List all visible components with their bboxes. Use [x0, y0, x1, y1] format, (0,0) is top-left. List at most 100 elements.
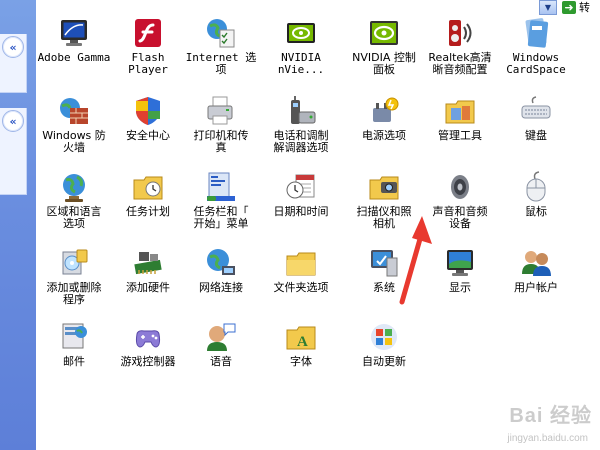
item-label: Adobe Gamma [37, 51, 111, 64]
user-accounts-icon [522, 251, 551, 276]
item-phone-modem[interactable]: 电话和调制 解调器选项 [261, 94, 341, 154]
item-taskbar-start-menu[interactable]: 任务栏和「 开始」菜单 [181, 170, 261, 230]
keyboard-icon [521, 96, 551, 119]
item-nvidia-control-panel[interactable]: NVIDIA 控制 面板 [344, 16, 424, 76]
add-hardware-icon [134, 252, 162, 275]
item-network-connections[interactable]: 网络连接 [181, 246, 261, 294]
item-flash-player[interactable]: Flash Player [108, 16, 188, 76]
item-label: 安全中心 [126, 129, 170, 142]
internet-options-icon [207, 19, 235, 48]
power-options-icon [373, 97, 399, 122]
cardspace-icon [525, 18, 549, 48]
item-label: Internet 选 项 [185, 51, 257, 76]
item-label: 用户帐户 [514, 281, 558, 294]
item-regional-language[interactable]: 区域和语言 选项 [34, 170, 114, 230]
item-label: Windows 防 火墙 [42, 129, 106, 154]
item-user-accounts[interactable]: 用户帐户 [496, 246, 576, 294]
taskbar-icon [207, 172, 235, 201]
item-label: 显示 [449, 281, 471, 294]
item-label: 添加硬件 [126, 281, 170, 294]
date-time-icon [286, 174, 315, 199]
item-label: Windows CardSpace [506, 51, 566, 76]
phone-modem-icon [291, 96, 316, 124]
game-controller-icon [135, 330, 161, 348]
printer-icon [207, 96, 233, 125]
item-label: 键盘 [525, 129, 547, 142]
folder-options-icon [286, 252, 316, 276]
item-label: 任务计划 [126, 205, 170, 218]
item-label: 声音和音频 设备 [432, 205, 488, 230]
item-label: 自动更新 [362, 355, 406, 368]
item-add-hardware[interactable]: 添加硬件 [108, 246, 188, 294]
item-adobe-gamma[interactable]: Adobe Gamma [34, 16, 114, 64]
item-power-options[interactable]: 电源选项 [344, 94, 424, 142]
item-windows-cardspace[interactable]: Windows CardSpace [496, 16, 576, 76]
annotation-arrow-icon [399, 216, 432, 305]
mouse-icon [526, 171, 546, 202]
nvidia-panel-icon [370, 21, 398, 45]
item-admin-tools[interactable]: 管理工具 [420, 94, 500, 142]
item-label: 区域和语言 选项 [46, 205, 102, 230]
admin-tools-icon [445, 100, 475, 124]
item-windows-firewall[interactable]: Windows 防 火墙 [34, 94, 114, 154]
item-label: 打印机和传 真 [193, 129, 249, 154]
fonts-folder-icon: A [286, 326, 316, 350]
item-label: 添加或删除 程序 [46, 281, 102, 306]
item-label: 鼠标 [525, 205, 547, 218]
item-label: 邮件 [63, 355, 85, 368]
network-connections-icon [207, 249, 235, 275]
globe-icon [63, 174, 85, 202]
svg-text:A: A [297, 334, 308, 350]
item-label: 任务栏和「 开始」菜单 [193, 205, 249, 230]
item-realtek-audio[interactable]: Realtek高清 晰音频配置 [420, 16, 500, 76]
item-label: 文件夹选项 [273, 281, 329, 294]
control-panel-icon-grid: Adobe Gamma Flash Player Internet 选 项 NV… [36, 0, 600, 450]
item-folder-options[interactable]: 文件夹选项 [261, 246, 341, 294]
item-date-time[interactable]: 日期和时间 [261, 170, 341, 218]
item-label: Realtek高清 晰音频配置 [428, 51, 492, 76]
flash-icon [135, 19, 161, 47]
speaker-icon [451, 175, 469, 199]
item-label: 语音 [210, 355, 232, 368]
item-mouse[interactable]: 鼠标 [496, 170, 576, 218]
item-game-controllers[interactable]: 游戏控制器 [108, 320, 188, 368]
item-label: 字体 [290, 355, 312, 368]
baidu-watermark-url: jingyan.baidu.com [507, 433, 588, 444]
item-security-center[interactable]: 安全中心 [108, 94, 188, 142]
item-label: 游戏控制器 [120, 355, 176, 368]
item-mail[interactable]: 邮件 [34, 320, 114, 368]
item-label: NVIDIA nVie... [277, 51, 325, 76]
item-label: 管理工具 [438, 129, 482, 142]
collapse-chevron-icon[interactable]: « [2, 36, 24, 58]
display-icon [447, 250, 473, 276]
item-label: 电话和调制 解调器选项 [273, 129, 329, 154]
item-label: 日期和时间 [273, 205, 329, 218]
task-pane: « « [0, 0, 36, 450]
item-add-remove-programs[interactable]: 添加或删除 程序 [34, 246, 114, 306]
item-keyboard[interactable]: 键盘 [496, 94, 576, 142]
item-label: 电源选项 [362, 129, 406, 142]
item-printers-faxes[interactable]: 打印机和传 真 [181, 94, 261, 154]
item-nvidia-nview[interactable]: NVIDIA nVie... [261, 16, 341, 76]
item-label: NVIDIA 控制 面板 [352, 51, 416, 76]
scheduled-tasks-icon [133, 176, 163, 200]
add-remove-programs-icon [62, 249, 88, 275]
item-label: Flash Player [128, 51, 168, 76]
scanner-camera-icon [369, 176, 399, 200]
item-scheduled-tasks[interactable]: 任务计划 [108, 170, 188, 218]
item-automatic-updates[interactable]: 自动更新 [344, 320, 424, 368]
nvidia-icon [287, 23, 315, 43]
monitor-gamma-icon [61, 20, 87, 46]
speech-icon [207, 323, 236, 351]
item-fonts[interactable]: A 字体 [261, 320, 341, 368]
realtek-audio-icon [449, 20, 472, 46]
windows-update-icon [371, 324, 397, 350]
collapse-chevron-icon[interactable]: « [2, 110, 24, 132]
mail-icon [62, 323, 87, 349]
item-label: 网络连接 [199, 281, 243, 294]
firewall-icon [60, 98, 88, 124]
item-speech[interactable]: 语音 [181, 320, 261, 368]
item-internet-options[interactable]: Internet 选 项 [181, 16, 261, 76]
baidu-watermark: Bai 经验 [509, 405, 592, 427]
security-shield-icon [136, 97, 160, 125]
